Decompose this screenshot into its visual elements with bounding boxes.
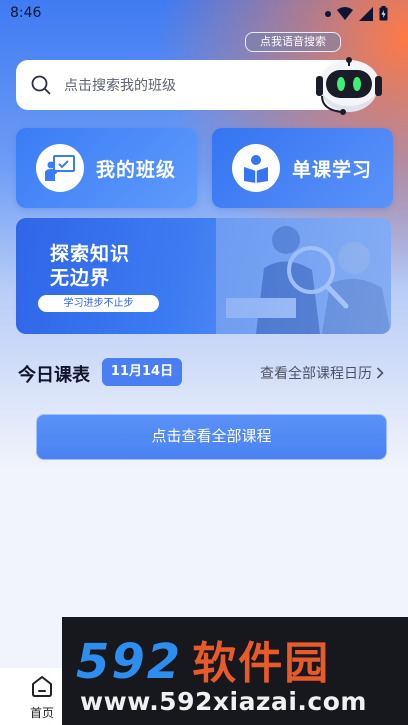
single-course-label: 单课学习 bbox=[292, 158, 373, 181]
view-calendar-label: 查看全部课程日历 bbox=[260, 366, 372, 382]
banner-title: 探索知识 无边界 bbox=[50, 242, 130, 290]
tab-home-label: 首页 bbox=[29, 706, 54, 720]
system-icons bbox=[325, 6, 388, 21]
view-all-calendar-link[interactable]: 查看全部课程日历 bbox=[260, 363, 384, 383]
voice-search-tip[interactable]: 点我语音搜索 bbox=[245, 32, 341, 52]
banner-photo-illustration bbox=[216, 218, 391, 334]
status-time: 8:46 bbox=[10, 5, 42, 21]
search-bar[interactable]: 点击搜索我的班级 bbox=[16, 60, 360, 110]
home-icon bbox=[32, 676, 52, 697]
status-bar: 8:46 bbox=[0, 0, 408, 28]
my-class-label: 我的班级 bbox=[96, 158, 177, 181]
chevron-right-icon bbox=[376, 367, 384, 379]
site-watermark-logo: 592 软件园 www.592xiazai.com bbox=[62, 617, 408, 725]
battery-icon bbox=[379, 6, 388, 21]
schedule-date-badge: 11月14日 bbox=[102, 358, 182, 386]
banner-title-line1: 探索知识 bbox=[50, 243, 131, 265]
view-all-courses-button[interactable]: 点击查看全部课程 bbox=[36, 414, 387, 460]
single-course-card[interactable]: 单课学习 bbox=[212, 128, 393, 208]
wifi-icon bbox=[337, 6, 353, 20]
search-icon bbox=[31, 75, 51, 95]
watermark-brand-name: 软件园 bbox=[192, 638, 331, 689]
promo-banner[interactable]: 探索知识 无边界 学习进步不止步 bbox=[16, 218, 391, 334]
cell-signal-icon bbox=[359, 6, 373, 21]
signal-dot-icon bbox=[325, 10, 331, 17]
banner-title-line2: 无边界 bbox=[50, 267, 111, 289]
tab-home[interactable]: 首页 bbox=[22, 674, 62, 721]
today-schedule-title: 今日课表 bbox=[18, 365, 90, 386]
banner-slogan-tag: 学习进步不止步 bbox=[38, 295, 159, 312]
robot-assistant-icon[interactable] bbox=[314, 52, 384, 118]
my-class-card[interactable]: 我的班级 bbox=[16, 128, 197, 208]
watermark-brand-number: 592 bbox=[76, 634, 183, 690]
search-input-placeholder[interactable]: 点击搜索我的班级 bbox=[64, 75, 176, 95]
student-reading-icon bbox=[232, 144, 280, 192]
teacher-board-icon bbox=[36, 144, 84, 192]
watermark-url: www.592xiazai.com bbox=[80, 687, 367, 716]
watermark-brand: 592 软件园 bbox=[76, 627, 330, 691]
